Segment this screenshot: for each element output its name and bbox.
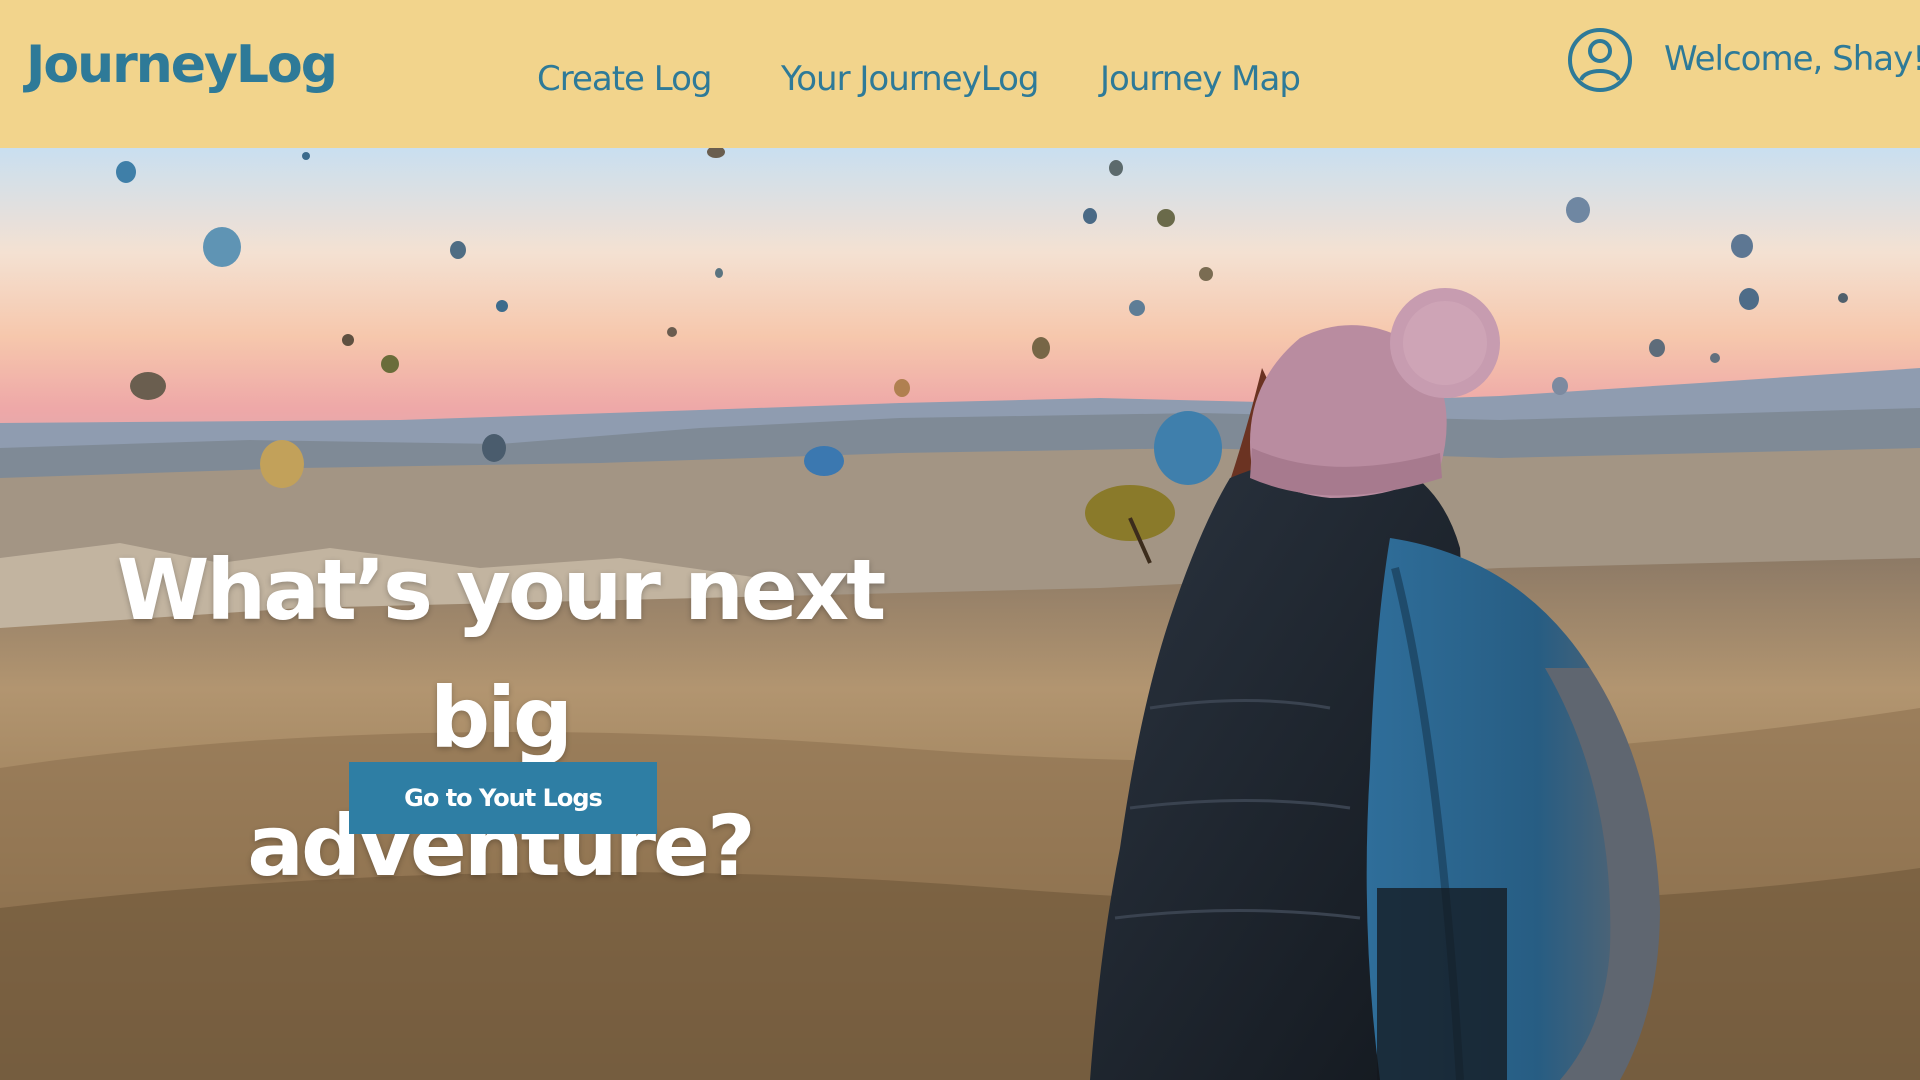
nav-your-journeylog[interactable]: Your JourneyLog [781,56,1039,102]
user-profile-icon[interactable] [1567,27,1633,93]
hero-section: What’s your next big adventure? Go to Yo… [0,148,1920,1080]
top-navigation-bar: JourneyLog Create Log Your JourneyLog Jo… [0,0,1920,148]
nav-create-log[interactable]: Create Log [537,56,713,102]
hero-headline-line-1: What’s your next big [116,541,886,768]
go-to-logs-button[interactable]: Go to Yout Logs [349,762,657,834]
journeylog-logo[interactable]: JourneyLog [26,34,338,96]
nav-journey-map[interactable]: Journey Map [1100,56,1301,102]
welcome-message: Welcome, Shay! [1664,39,1920,79]
hero-headline: What’s your next big adventure? [110,526,890,910]
